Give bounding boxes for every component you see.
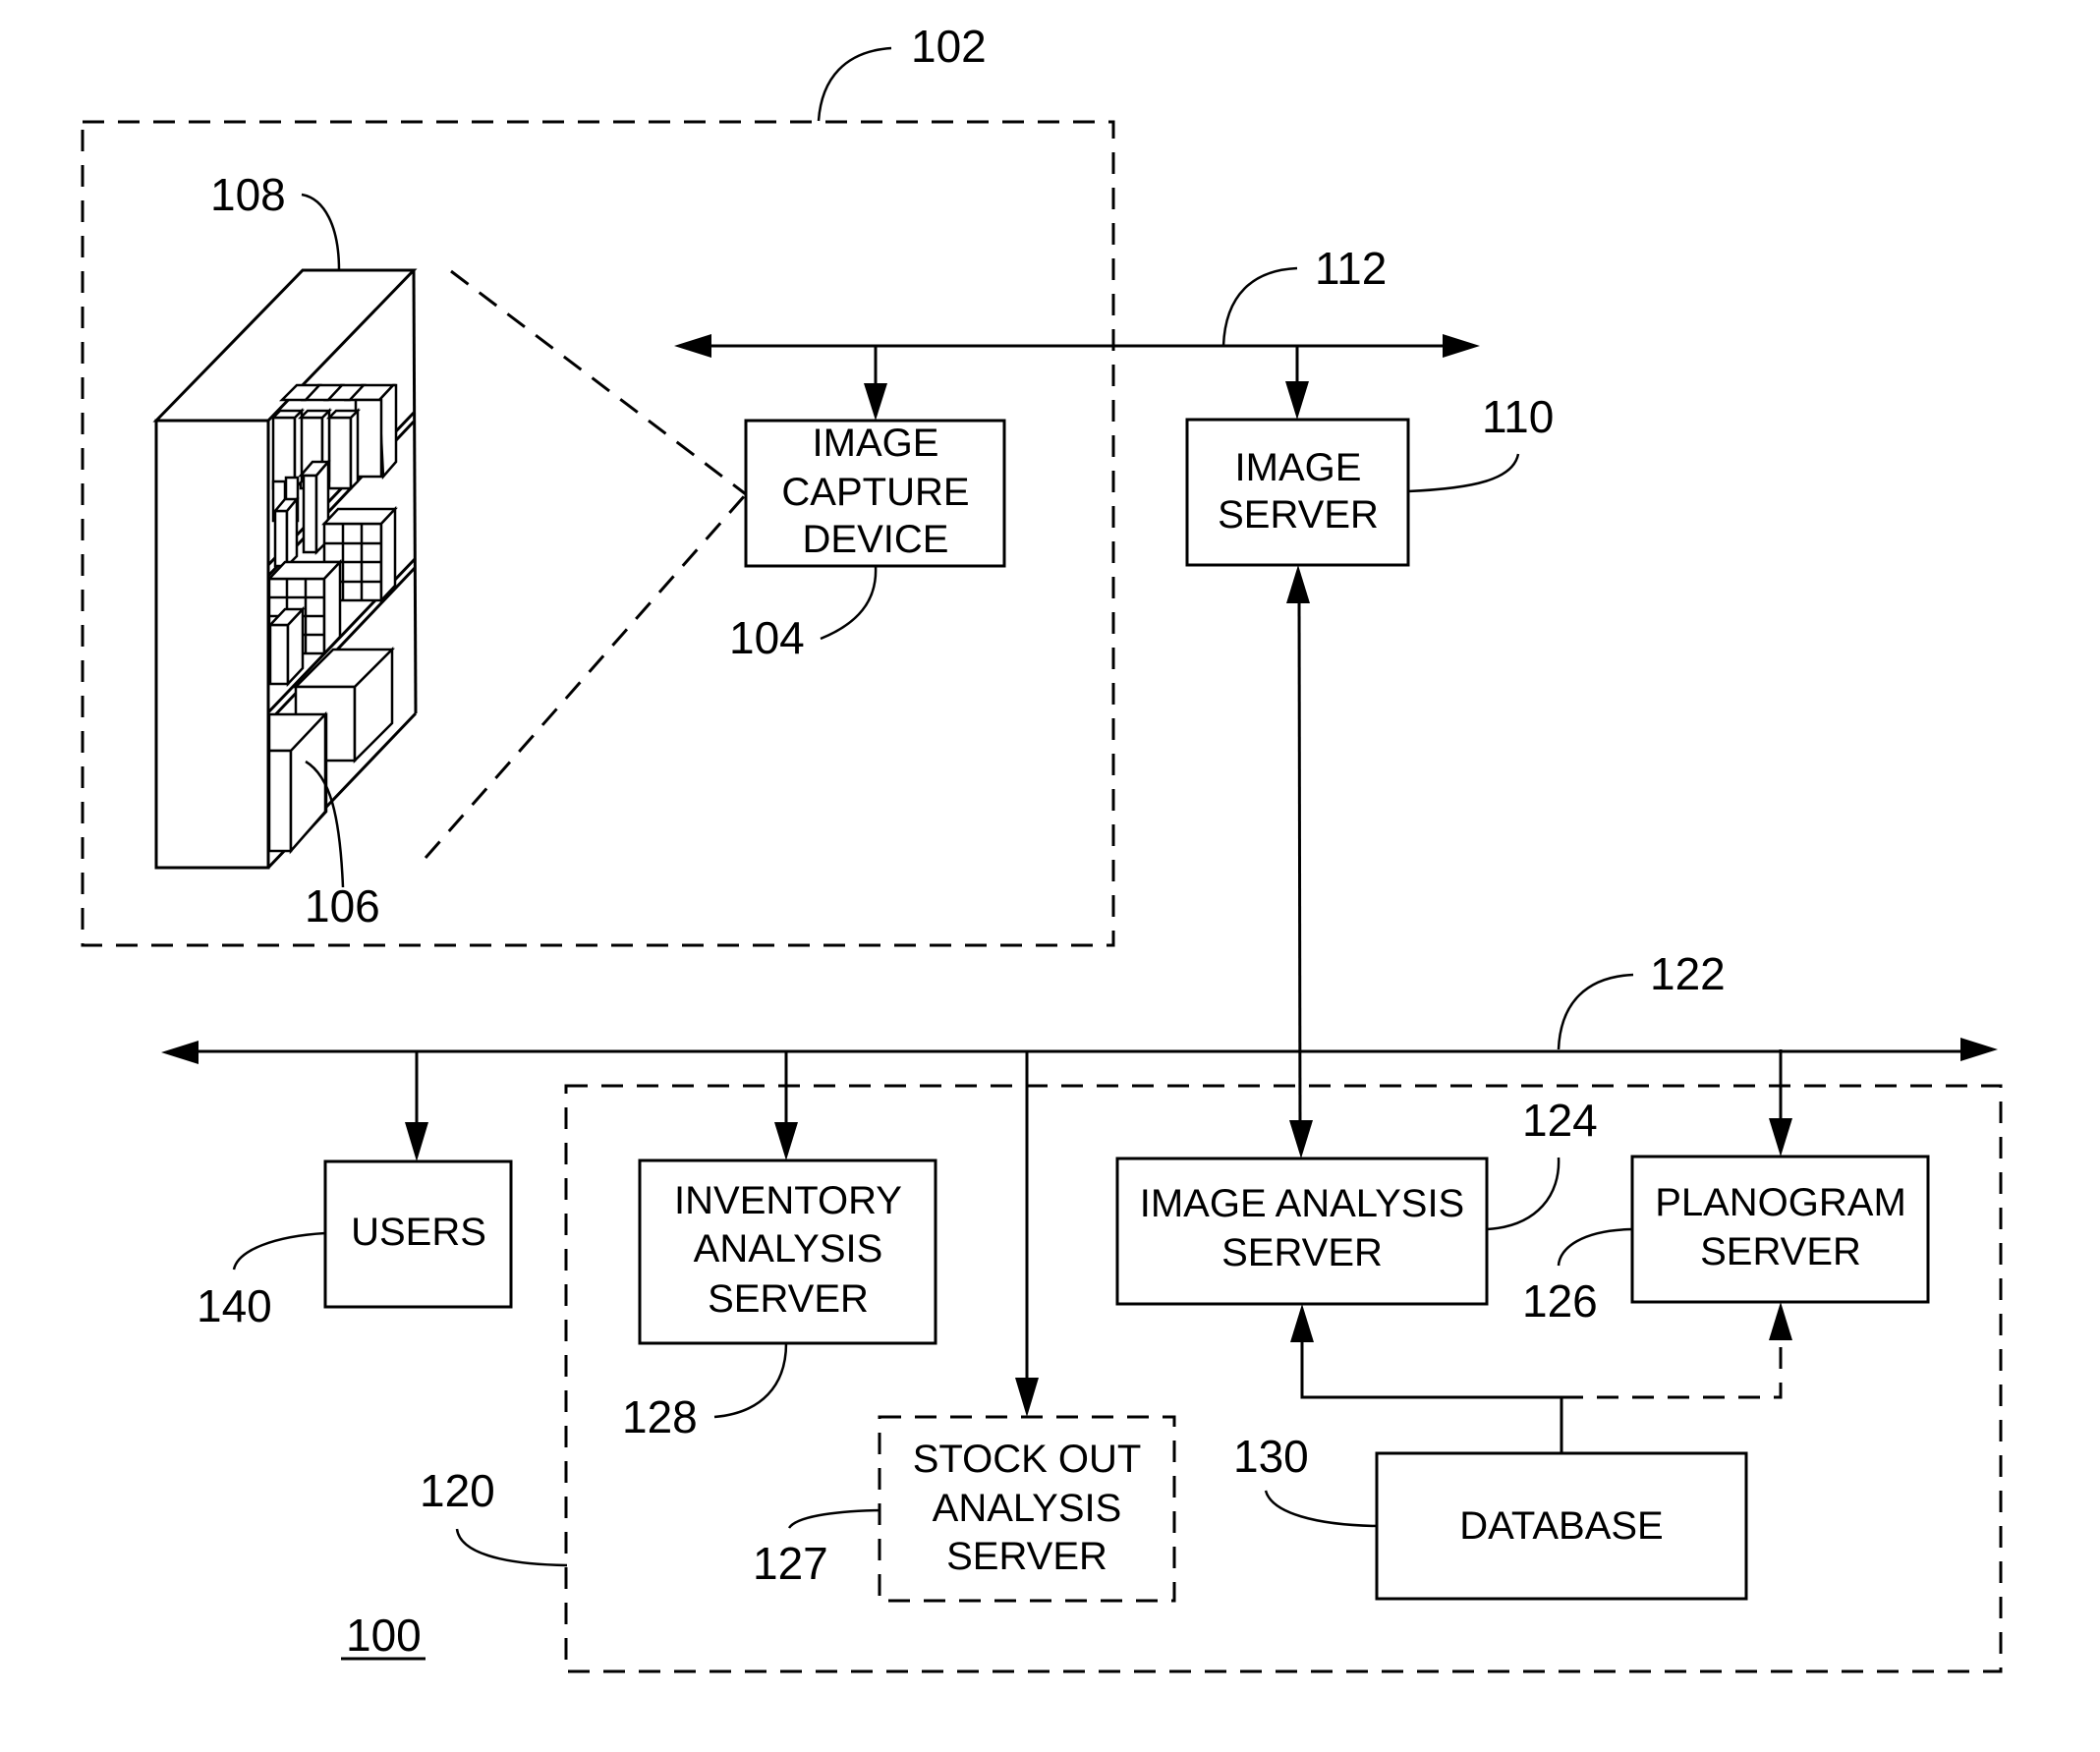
image-capture-device-label-1: IMAGE [813,422,939,465]
image-capture-device-ref: 104 [729,612,805,663]
stock-out-analysis-server-label-1: STOCK OUT [913,1438,1142,1481]
planogram-server: PLANOGRAM SERVER [1630,1155,1930,1304]
image-analysis-server-ref: 124 [1522,1095,1598,1146]
network-122-ref: 122 [1650,948,1726,999]
stock-out-analysis-server-ref: 127 [753,1538,828,1589]
image-capture-device-label-2: CAPTURE [781,471,969,514]
planogram-server-ref: 126 [1522,1275,1598,1327]
image-capture-device: IMAGE CAPTURE DEVICE [744,419,1006,568]
image-analysis-server: IMAGE ANALYSIS SERVER [1115,1157,1489,1306]
figure-number: 100 [346,1610,422,1661]
image-server: IMAGE SERVER [1185,418,1410,567]
inventory-analysis-server-label-1: INVENTORY [674,1179,902,1222]
database-label: DATABASE [1459,1504,1663,1548]
server-group-ref: 120 [420,1465,495,1516]
users: USERS [323,1159,513,1309]
system-diagram: 102 108 106 112 IMAGE CAPTURE DEVICE 104… [0,0,2100,1752]
image-capture-device-label-3: DEVICE [803,518,949,561]
image-server-box [1185,418,1410,567]
inventory-analysis-server-ref: 128 [622,1391,698,1442]
shelf-back-edge [412,269,418,714]
image-server-label-2: SERVER [1218,493,1379,537]
product-ref: 106 [305,880,380,932]
image-link-line [1297,589,1302,1136]
image-server-ref: 110 [1482,391,1554,442]
users-ref: 140 [197,1280,272,1331]
store-area-ref: 102 [911,21,987,72]
database: DATABASE [1375,1451,1748,1601]
image-analysis-server-label-1: IMAGE ANALYSIS [1140,1182,1465,1225]
shelf-ref: 108 [210,169,286,220]
database-ref: 130 [1233,1431,1309,1482]
inventory-analysis-server-label-2: ANALYSIS [694,1227,883,1271]
planogram-server-label-2: SERVER [1700,1230,1861,1273]
image-analysis-server-label-2: SERVER [1221,1231,1383,1274]
stock-out-analysis-server-label-3: SERVER [946,1535,1107,1578]
inventory-analysis-server: INVENTORY ANALYSIS SERVER [638,1159,937,1345]
image-server-label-1: IMAGE [1235,446,1362,489]
planogram-server-box [1630,1155,1930,1304]
stock-out-analysis-server-label-2: ANALYSIS [933,1487,1122,1530]
inventory-analysis-server-label-3: SERVER [708,1277,869,1321]
shelf-front-panel [154,419,270,870]
stock-out-analysis-server: STOCK OUT ANALYSIS SERVER [878,1415,1176,1603]
network-112-ref: 112 [1315,243,1387,294]
planogram-server-label-1: PLANOGRAM [1655,1181,1906,1224]
users-label: USERS [351,1211,486,1254]
